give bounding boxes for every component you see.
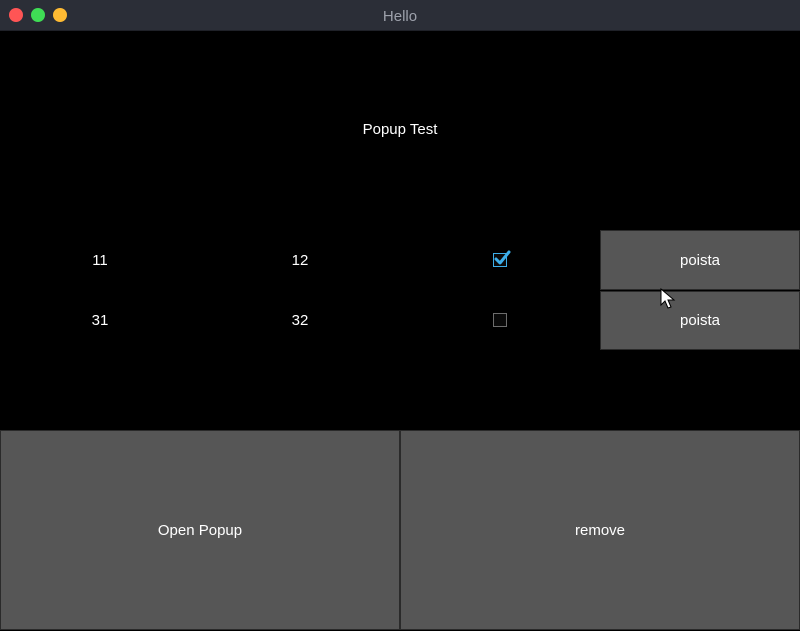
title-bar[interactable]: Hello [0,0,800,31]
main-content: Popup Test 11 12 poista 31 32 poista Ope… [0,31,800,631]
page-title: Popup Test [362,121,438,138]
app-window: Hello Popup Test 11 12 poista 31 32 pois… [0,0,800,631]
window-title: Hello [382,8,418,25]
checkmark-icon [494,250,511,265]
row-2-col-2: 32 [291,312,309,329]
open-popup-button[interactable]: Open Popup [0,430,400,630]
row-2-checkbox[interactable] [493,313,507,327]
row-1-col-2: 12 [291,252,309,269]
remove-button[interactable]: remove [400,430,800,630]
row-2-col-1: 31 [91,312,109,329]
mouse-cursor-icon [660,288,676,309]
row-1-delete-button[interactable]: poista [600,230,800,290]
row-1-checkbox[interactable] [493,250,511,267]
row-1-col-1: 11 [92,252,108,269]
row-2-delete-button[interactable]: poista [600,291,800,350]
